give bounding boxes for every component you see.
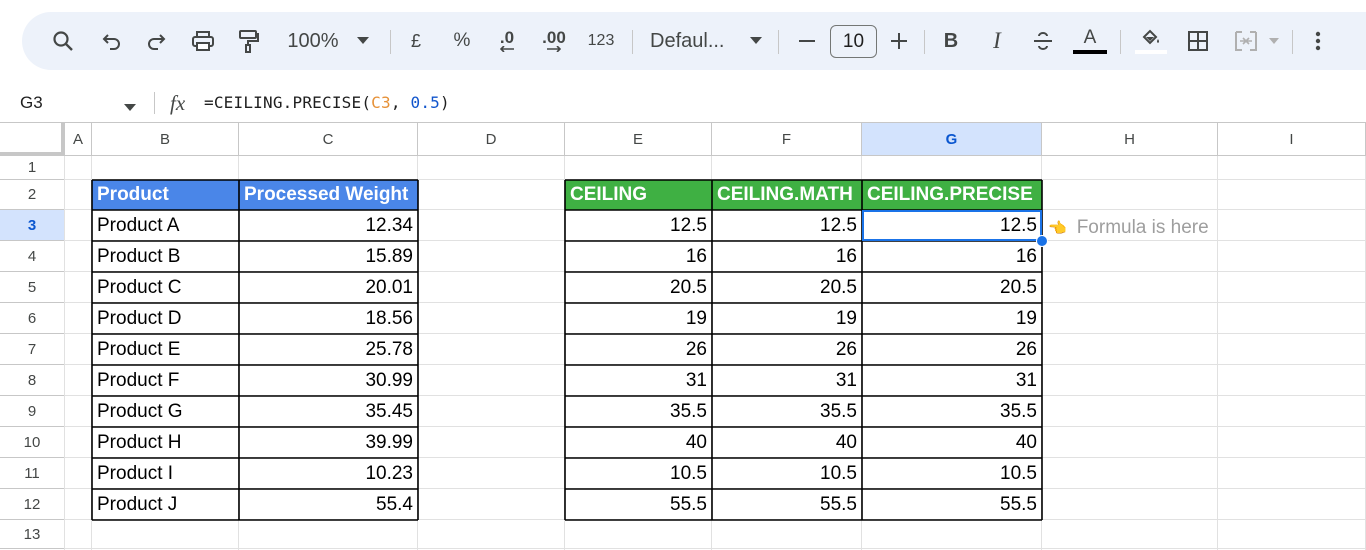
pointing-hand-icon: 👈 xyxy=(1048,220,1067,237)
note-text: Formula is here xyxy=(1076,217,1209,238)
formula-note: 👈 Formula is here xyxy=(1048,214,1209,242)
fill-handle[interactable] xyxy=(1036,235,1048,247)
right-table-borders xyxy=(564,179,1043,521)
